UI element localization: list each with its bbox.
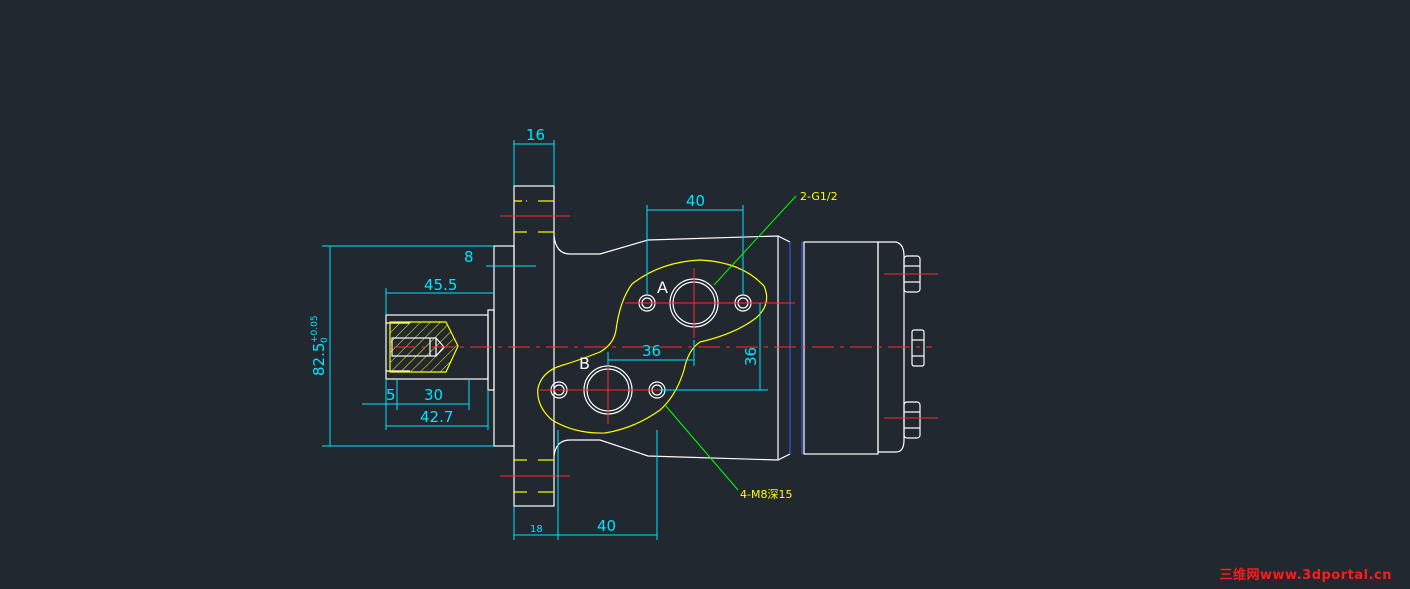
- mounting-flange: [500, 185, 570, 507]
- leader-lines: [664, 195, 797, 491]
- dim-shaft-total: 42.7: [420, 408, 453, 426]
- dim-flange-width: 16: [526, 126, 545, 144]
- site-watermark: 三维网www.3dportal.cn: [1219, 568, 1392, 583]
- dim-bolt-spacing-x: 36: [642, 342, 661, 360]
- bolts-callout: 4-M8深15: [740, 488, 792, 501]
- port-a-label: A: [657, 278, 668, 297]
- cad-drawing-canvas: 16 40 8 45.5 5 30 42.7 82.5 +0.05 0 36 3…: [310, 126, 938, 540]
- dim-key-offset: 5: [386, 386, 396, 404]
- dim-bottom-spacing: 40: [597, 517, 616, 535]
- port-b-label: B: [579, 354, 590, 373]
- dim-shaft-offset: 8: [464, 248, 474, 266]
- dim-key-length: 30: [424, 386, 443, 404]
- dim-bolt-spacing-y: 36: [742, 347, 760, 366]
- dim-bottom-offset: 18: [530, 524, 543, 535]
- pilot-hub: [487, 245, 515, 447]
- dim-pilot-value: 82.5: [310, 343, 328, 376]
- dim-shaft-length: 45.5: [424, 276, 457, 294]
- dim-port-spacing: 40: [686, 192, 705, 210]
- dim-pilot-tol-lower: 0: [320, 337, 330, 343]
- ports-callout: 2-G1/2: [800, 190, 838, 203]
- dim-pilot-diameter: 82.5 +0.05 0: [310, 315, 330, 376]
- dim-pilot-tol-upper: +0.05: [310, 315, 320, 343]
